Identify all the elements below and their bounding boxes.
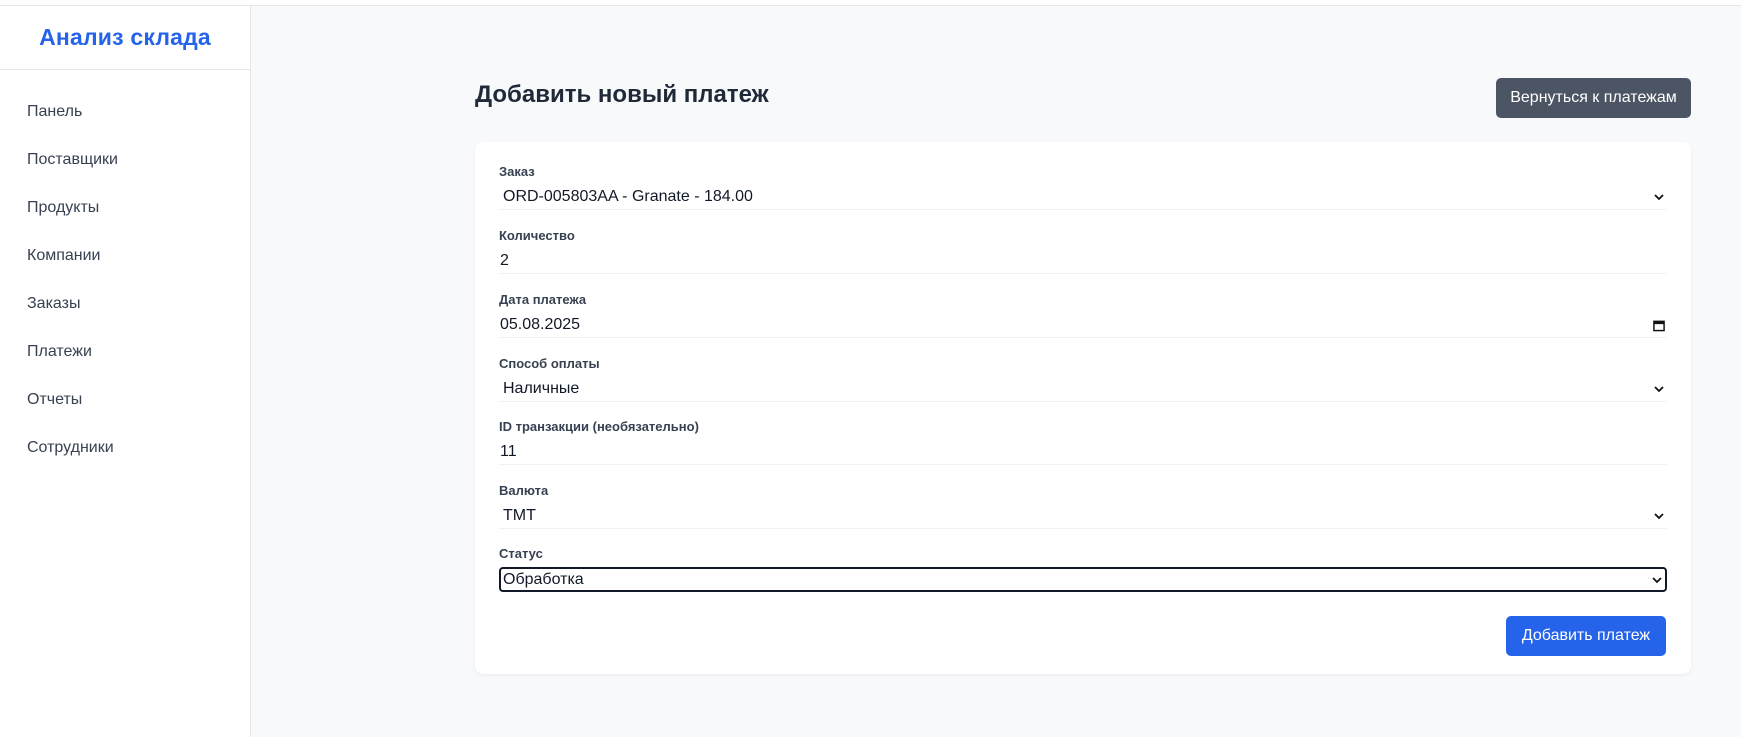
order-label: Заказ <box>499 164 535 179</box>
currency-label: Валюта <box>499 483 549 498</box>
sidebar-item-products[interactable]: Продукты <box>0 184 250 232</box>
sidebar-item-companies[interactable]: Компании <box>0 232 250 280</box>
quantity-input[interactable]: 2 <box>499 249 1667 274</box>
brand-title[interactable]: Анализ склада <box>39 24 211 51</box>
chevron-down-icon <box>1653 383 1665 395</box>
transaction-id-input[interactable]: 11 <box>499 440 1667 465</box>
quantity-field: Количество 2 <box>499 228 1667 274</box>
brand: Анализ склада <box>0 6 250 70</box>
quantity-label: Количество <box>499 228 575 243</box>
main-content: Добавить новый платеж Вернуться к платеж… <box>252 6 1741 737</box>
payment-method-select[interactable]: Наличные <box>499 377 1667 402</box>
sidebar-item-orders[interactable]: Заказы <box>0 280 250 328</box>
calendar-icon[interactable] <box>1653 319 1665 331</box>
back-to-payments-button[interactable]: Вернуться к платежам <box>1496 78 1691 118</box>
transaction-id-field: ID транзакции (необязательно) 11 <box>499 419 1667 465</box>
payment-method-value: Наличные <box>503 380 580 397</box>
payment-method-field: Способ оплаты Наличные <box>499 356 1667 402</box>
status-label: Статус <box>499 546 543 561</box>
status-field: Статус Обработка <box>499 546 1667 592</box>
chevron-down-icon <box>1653 510 1665 522</box>
chevron-down-icon <box>1651 574 1663 586</box>
payment-date-input[interactable]: 05.08.2025 <box>499 313 1667 338</box>
sidebar-item-reports[interactable]: Отчеты <box>0 376 250 424</box>
payment-date-value: 05.08.2025 <box>500 316 581 333</box>
status-select[interactable]: Обработка <box>499 567 1667 592</box>
sidebar-item-employees[interactable]: Сотрудники <box>0 424 250 472</box>
sidebar-item-payments[interactable]: Платежи <box>0 328 250 376</box>
currency-field: Валюта TMT <box>499 483 1667 529</box>
chevron-down-icon <box>1653 191 1665 203</box>
sidebar-nav: Панель Поставщики Продукты Компании Зака… <box>0 70 250 472</box>
order-select[interactable]: ORD-005803AA - Granate - 184.00 <box>499 185 1667 210</box>
sidebar-item-dashboard[interactable]: Панель <box>0 88 250 136</box>
payment-method-label: Способ оплаты <box>499 356 600 371</box>
transaction-id-value: 11 <box>500 443 517 460</box>
order-value: ORD-005803AA - Granate - 184.00 <box>503 188 753 205</box>
order-field: Заказ ORD-005803AA - Granate - 184.00 <box>499 164 1667 210</box>
currency-select[interactable]: TMT <box>499 504 1667 529</box>
quantity-value: 2 <box>500 252 509 269</box>
sidebar: Анализ склада Панель Поставщики Продукты… <box>0 6 251 737</box>
transaction-id-label: ID транзакции (необязательно) <box>499 419 699 434</box>
payment-date-label: Дата платежа <box>499 292 587 307</box>
add-payment-button[interactable]: Добавить платеж <box>1506 616 1666 656</box>
sidebar-item-suppliers[interactable]: Поставщики <box>0 136 250 184</box>
page-title: Добавить новый платеж <box>475 81 769 108</box>
currency-value: TMT <box>503 507 536 524</box>
payment-date-field: Дата платежа 05.08.2025 <box>499 292 1667 338</box>
payment-form: Заказ ORD-005803AA - Granate - 184.00 Ко… <box>475 142 1691 674</box>
status-value: Обработка <box>503 570 584 588</box>
